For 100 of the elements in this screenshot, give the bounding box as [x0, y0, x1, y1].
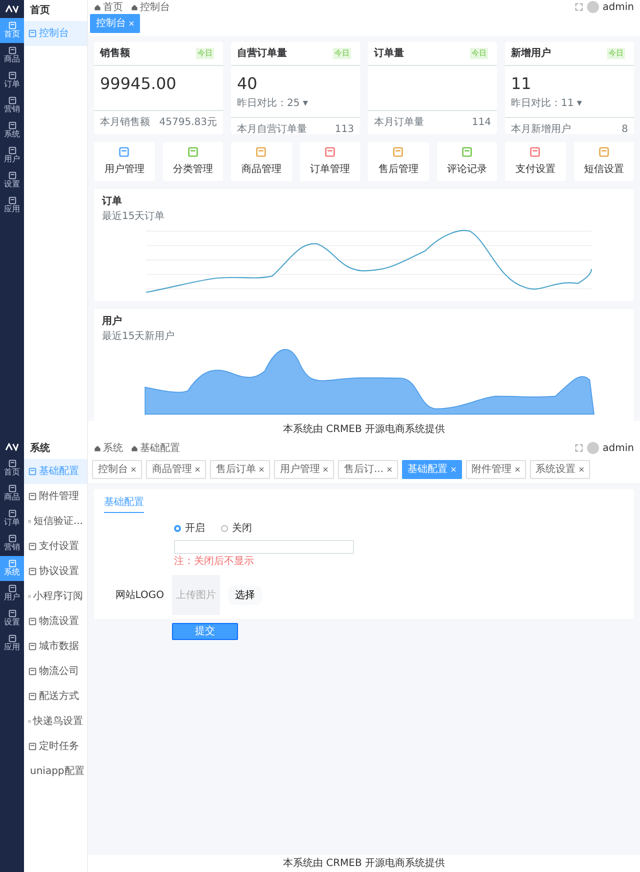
page-tab[interactable]: 用户管理 [274, 460, 334, 479]
user-name[interactable]: admin [602, 440, 634, 456]
chart-title: 订单 [102, 194, 123, 209]
shortcut-tile[interactable]: 短信设置 [574, 142, 634, 181]
sidebar-item[interactable]: 短信验证... [24, 509, 87, 534]
breadcrumb-link[interactable]: 控制台 [131, 0, 170, 14]
menu-item-icon [8, 609, 16, 618]
page-tab[interactable]: 系统设置 [530, 460, 590, 479]
card-title: 新增用户 [511, 46, 551, 61]
sidebar-item[interactable]: 城市数据 [24, 634, 87, 659]
sidebar-item[interactable]: 支付设置 [24, 534, 87, 559]
footer-label: 本月新增用户 [511, 122, 571, 137]
rail-item[interactable]: 应用 [0, 631, 24, 656]
page-tab[interactable]: 售后订... [338, 460, 398, 479]
radio-option[interactable]: 开启 [174, 521, 205, 536]
breadcrumb-link[interactable]: 基础配置 [131, 440, 180, 456]
rail-item[interactable]: 营销 [0, 531, 24, 556]
sidebar-item[interactable]: 小程序订阅 [24, 584, 87, 609]
close-icon[interactable] [259, 466, 264, 472]
rail-item[interactable]: 商品 [0, 43, 24, 68]
text-field[interactable] [174, 540, 354, 554]
close-icon[interactable] [195, 466, 200, 472]
rail-item[interactable]: 设置 [0, 606, 24, 631]
menu-item-icon [8, 46, 16, 55]
close-icon[interactable] [131, 466, 136, 472]
sidebar-item[interactable]: 物流设置 [24, 609, 87, 634]
rail-item[interactable]: 商品 [0, 481, 24, 506]
card-title: 订单量 [374, 46, 404, 61]
menu-item-icon [8, 634, 16, 643]
shortcut-tile[interactable]: 分类管理 [162, 142, 223, 181]
footer-text: 本系统由 CRMEB 开源电商系统提供 [88, 421, 640, 438]
menu-item-icon [28, 617, 37, 626]
avatar-icon[interactable] [586, 442, 599, 454]
shortcut-tile[interactable]: 用户管理 [94, 142, 154, 181]
menu-item-icon [28, 567, 37, 576]
menu-item-icon [8, 559, 16, 568]
sidebar-item[interactable]: 快递鸟设置 [24, 709, 87, 734]
sidebar-item[interactable]: 物流公司 [24, 659, 87, 684]
sidebar-item[interactable]: 定时任务 [24, 734, 87, 759]
footer-text: 本系统由 CRMEB 开源电商系统提供 [88, 855, 640, 872]
page-tab[interactable]: 售后订单 [210, 460, 270, 479]
close-icon[interactable] [578, 466, 584, 472]
avatar-icon[interactable] [586, 1, 599, 13]
shortcut-tile[interactable]: 售后管理 [368, 142, 428, 181]
rail-item[interactable]: 订单 [0, 506, 24, 531]
menu-item-icon [8, 484, 16, 493]
rail-item[interactable]: 设置 [0, 168, 24, 193]
sidebar-item[interactable]: 配送方式 [24, 684, 87, 709]
footer-value: 113 [334, 123, 354, 137]
page-tab[interactable]: 附件管理 [466, 460, 526, 479]
sidebar-item[interactable]: uniapp配置 [24, 759, 87, 784]
breadcrumb-link[interactable]: 系统 [94, 440, 123, 456]
fullscreen-icon[interactable] [574, 3, 583, 11]
user-name[interactable]: admin [602, 0, 634, 14]
rail-item[interactable]: 营销 [0, 93, 24, 118]
close-icon[interactable] [386, 466, 392, 472]
home-icon [94, 444, 101, 452]
home-icon [131, 4, 138, 10]
menu-item-icon [8, 171, 16, 180]
menu-item-icon [28, 742, 37, 751]
page-tab[interactable]: 商品管理 [146, 460, 206, 479]
shortcut-tile[interactable]: 订单管理 [300, 142, 360, 181]
hint-text: 注：关闭后不显示 [174, 554, 255, 569]
radio-icon[interactable] [221, 525, 228, 532]
menu-item-icon [28, 29, 37, 38]
stat-value: 99945.00 [100, 73, 178, 95]
home-icon [94, 4, 101, 10]
radio-icon[interactable] [174, 525, 181, 532]
stat-value: 11 [511, 73, 532, 95]
shortcut-tile[interactable]: 评论记录 [436, 142, 497, 181]
footer-label: 本月自营订单量 [237, 122, 307, 137]
shortcut-tile[interactable]: 支付设置 [505, 142, 566, 181]
close-icon[interactable] [323, 466, 328, 472]
shortcut-tile[interactable]: 商品管理 [231, 142, 292, 181]
menu-item-icon [8, 121, 16, 130]
home-icon [131, 444, 138, 452]
stat-value: 40 [237, 73, 258, 95]
menu-item-icon [8, 96, 16, 105]
close-icon[interactable] [514, 466, 520, 472]
sidebar-title: 首页 [29, 4, 51, 18]
rail-item[interactable]: 用户 [0, 581, 24, 606]
footer-value: 45795.83元 [159, 116, 217, 130]
rail-item[interactable]: 用户 [0, 143, 24, 168]
choose-button[interactable]: 选择 [228, 586, 262, 604]
comparison-text: 昨日对比：25 ▾ [237, 96, 309, 111]
rail-item[interactable]: 应用 [0, 193, 24, 218]
rail-item[interactable]: 首页 [0, 456, 24, 481]
footer-label: 本月销售额 [100, 116, 150, 130]
menu-item-icon [28, 492, 37, 501]
radio-option[interactable]: 关闭 [221, 521, 252, 536]
sidebar-item[interactable]: 附件管理 [24, 484, 87, 509]
rail-item[interactable]: 订单 [0, 68, 24, 93]
menu-item-icon [8, 196, 16, 205]
rail-item[interactable]: 系统 [0, 118, 24, 143]
card-title: 自营订单量 [237, 46, 287, 61]
sidebar-item[interactable]: 协议设置 [24, 559, 87, 584]
breadcrumb-link[interactable]: 首页 [94, 0, 123, 14]
fullscreen-icon[interactable] [574, 444, 583, 452]
page-tab[interactable]: 控制台 [92, 460, 142, 479]
menu-item-icon [28, 667, 37, 676]
